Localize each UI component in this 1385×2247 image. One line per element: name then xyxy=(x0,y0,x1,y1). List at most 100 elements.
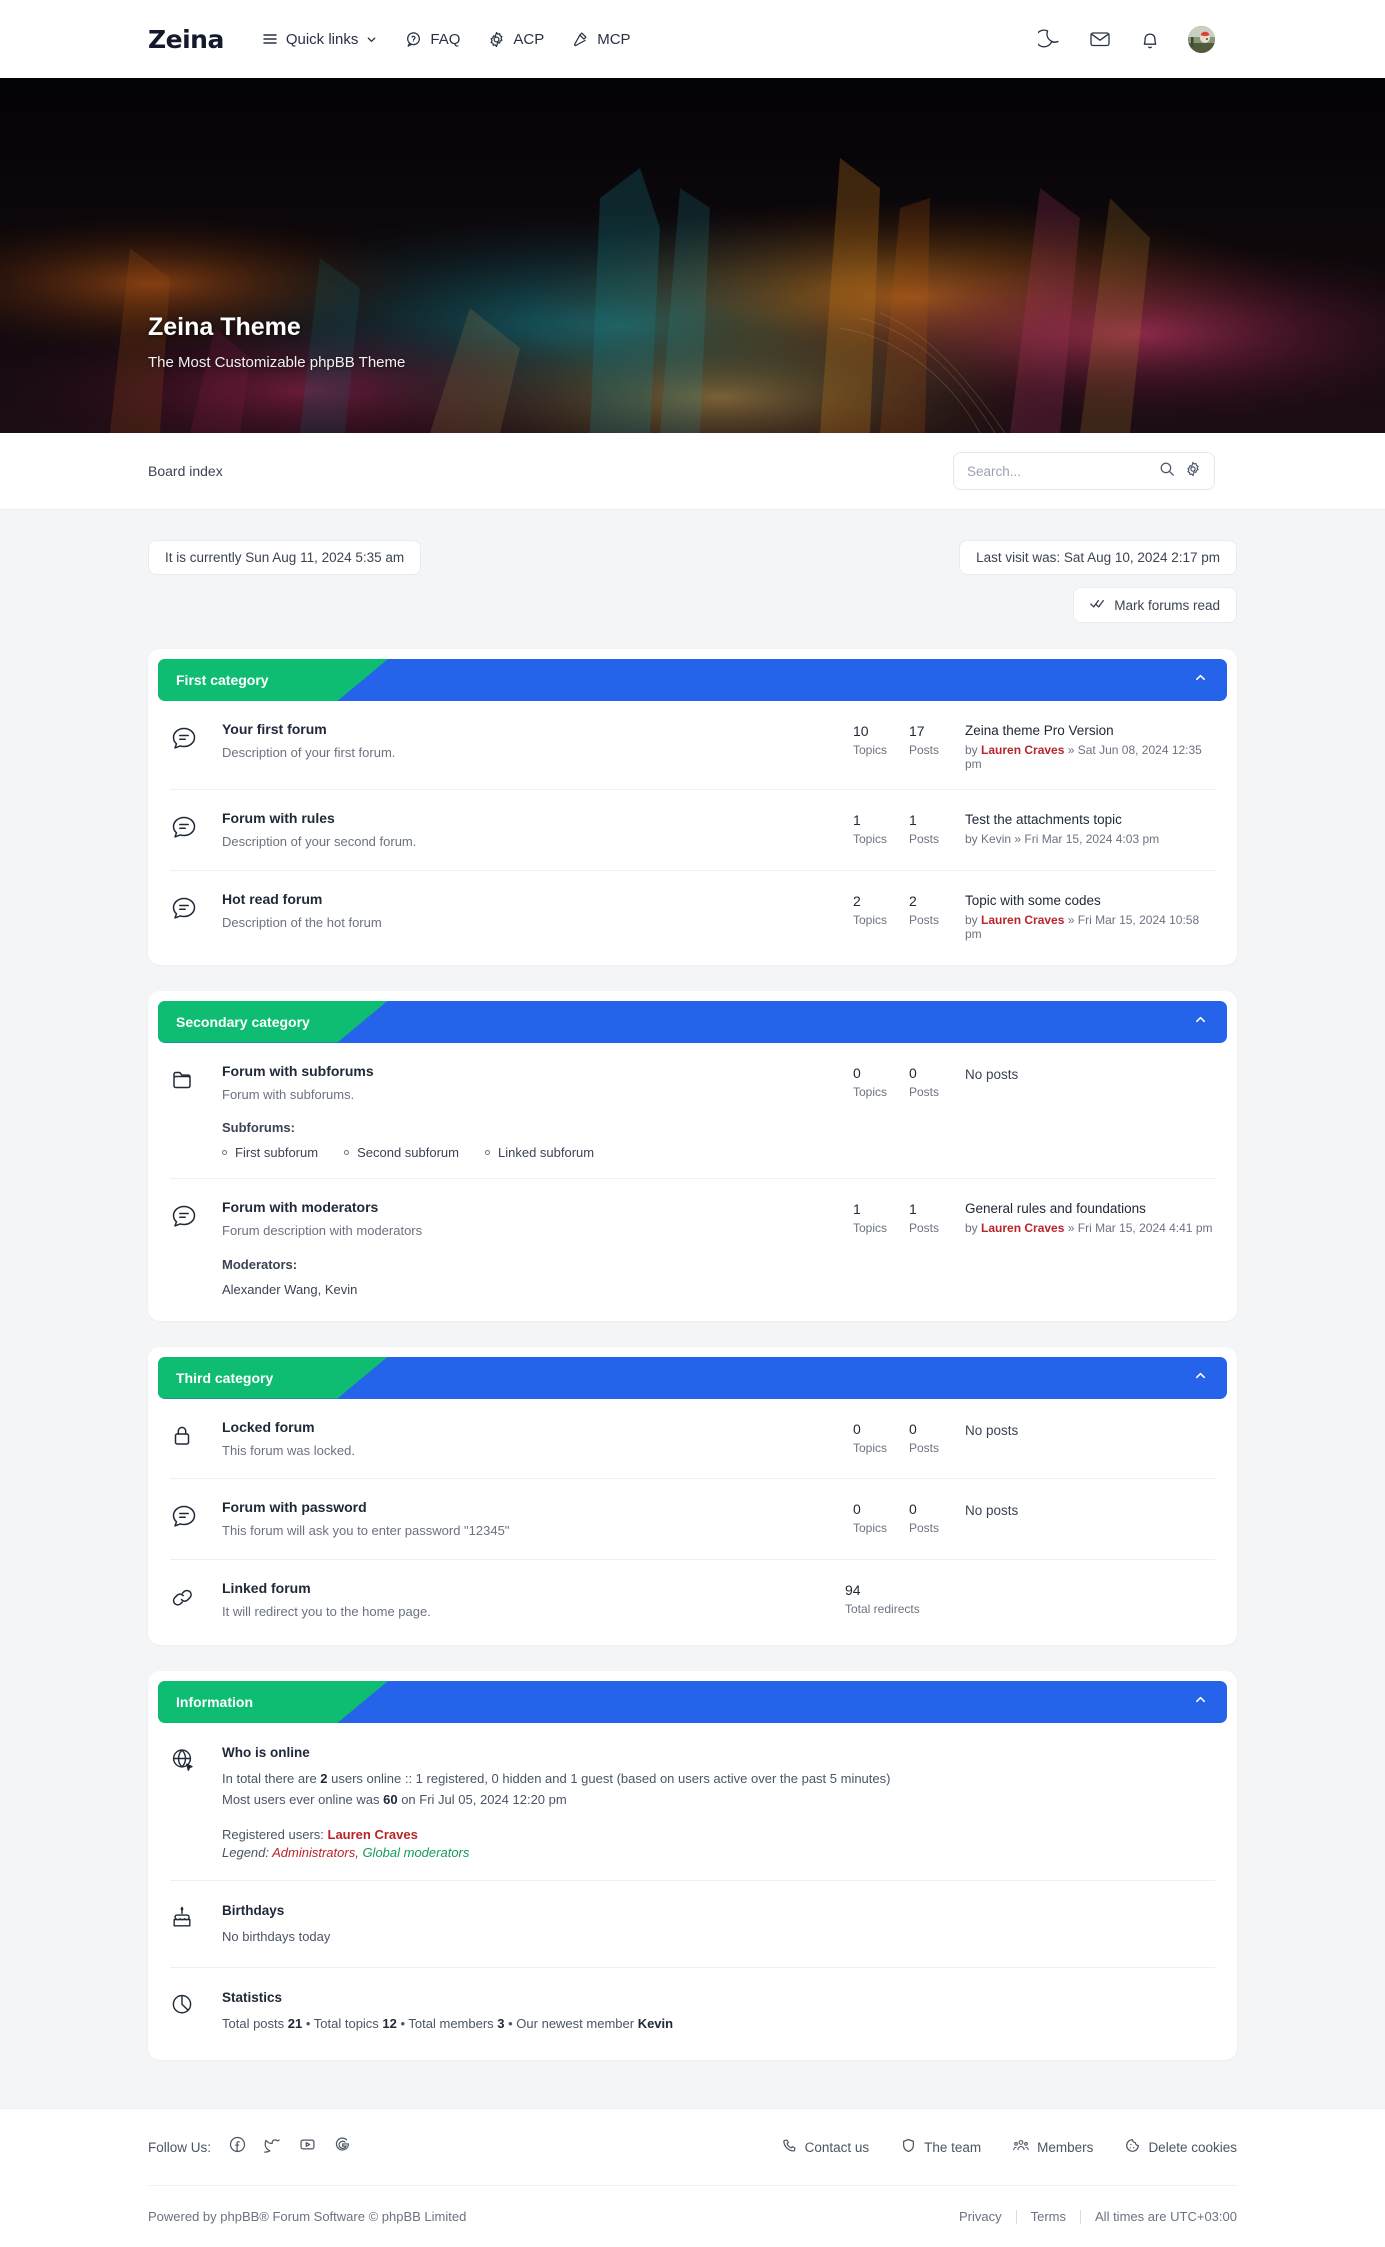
category-header[interactable]: Secondary category xyxy=(158,1000,1227,1043)
footer-link-the-team[interactable]: The team xyxy=(901,2138,981,2156)
bell-icon[interactable] xyxy=(1138,27,1162,51)
topics-label: Topics xyxy=(853,1221,888,1235)
collapse-chevron-icon[interactable] xyxy=(1194,671,1207,689)
envelope-icon[interactable] xyxy=(1088,27,1112,51)
total-posts-value: 21 xyxy=(287,2016,303,2032)
registered-user[interactable]: Lauren Craves xyxy=(328,1827,418,1842)
information-header[interactable]: Information xyxy=(158,1681,1227,1723)
category-title: Secondary category xyxy=(176,1013,310,1030)
forum-description: It will redirect you to the home page. xyxy=(222,1603,431,1619)
collapse-chevron-icon[interactable] xyxy=(1194,1369,1207,1387)
bullet-icon xyxy=(484,1150,490,1155)
last-post-user[interactable]: Kevin xyxy=(981,832,1011,846)
search-icon[interactable] xyxy=(1159,461,1175,482)
subforum-item[interactable]: Second subforum xyxy=(344,1145,459,1160)
forum-row[interactable]: Linked forum It will redirect you to the… xyxy=(170,1560,1215,1640)
forum-description: Forum description with moderators xyxy=(222,1223,423,1238)
mark-forums-read-label: Mark forums read xyxy=(1114,597,1220,613)
hero-banner: Zeina Theme The Most Customizable phpBB … xyxy=(0,78,1385,433)
category-header[interactable]: Third category xyxy=(158,1356,1227,1399)
forum-row[interactable]: Locked forum This forum was locked. 0 To… xyxy=(170,1399,1215,1479)
topics-count: 0 xyxy=(853,1064,861,1081)
forum-row[interactable]: Your first forum Description of your fir… xyxy=(170,701,1215,790)
mark-forums-read-button[interactable]: Mark forums read xyxy=(1073,587,1237,623)
last-post-user[interactable]: Lauren Craves xyxy=(981,1221,1064,1235)
topics-label: Topics xyxy=(853,1084,888,1099)
forum-name[interactable]: Forum with moderators xyxy=(222,1199,837,1215)
google-icon[interactable] xyxy=(334,2136,351,2158)
collapse-chevron-icon[interactable] xyxy=(1194,1013,1207,1031)
topics-label: Topics xyxy=(853,1440,888,1455)
forum-row[interactable]: Forum with subforums Forum with subforum… xyxy=(170,1043,1215,1179)
breadcrumb-board-index[interactable]: Board index xyxy=(148,463,223,479)
forum-description: This forum was locked. xyxy=(222,1442,355,1458)
nav-acp[interactable]: ACP xyxy=(488,31,544,48)
footer-link-delete-cookies[interactable]: Delete cookies xyxy=(1125,2138,1237,2156)
last-post-title[interactable]: Test the attachments topic xyxy=(965,812,1215,827)
search-settings-gear-icon[interactable] xyxy=(1185,461,1201,482)
forum-row[interactable]: Forum with moderators Forum description … xyxy=(170,1179,1215,1315)
footer-link-contact-us[interactable]: Contact us xyxy=(782,2138,869,2156)
legend-label: Legend: xyxy=(222,1845,273,1861)
gavel-icon xyxy=(572,31,589,48)
folder-icon xyxy=(170,1063,222,1100)
breadcrumb-bar: Board index xyxy=(0,433,1385,510)
bullet-icon xyxy=(222,1150,227,1155)
last-post-user[interactable]: Lauren Craves xyxy=(981,913,1064,927)
nav-faq[interactable]: FAQ xyxy=(405,31,460,48)
nav-label: Quick links xyxy=(285,30,359,48)
legend-administrators[interactable]: Administrators xyxy=(272,1845,355,1860)
people-icon xyxy=(1013,2138,1029,2156)
privacy-link[interactable]: Privacy xyxy=(959,2209,1002,2224)
forum-row[interactable]: Forum with rules Description of your sec… xyxy=(170,790,1215,871)
footer: Follow Us: Contact us The team Members D… xyxy=(0,2108,1385,2247)
forum-row[interactable]: Forum with password This forum will ask … xyxy=(170,1479,1215,1560)
last-post-date: » Fri Mar 15, 2024 4:03 pm xyxy=(1014,832,1160,846)
nav-mcp[interactable]: MCP xyxy=(572,31,631,48)
category-header[interactable]: First category xyxy=(158,659,1227,701)
search-input[interactable] xyxy=(967,463,1149,479)
forum-name[interactable]: Linked forum xyxy=(222,1580,829,1596)
subforum-item[interactable]: First subforum xyxy=(222,1145,318,1160)
newest-member-value[interactable]: Kevin xyxy=(638,2016,673,2031)
posts-count: 1 xyxy=(909,812,917,828)
nav-label: FAQ xyxy=(430,30,461,48)
site-logo[interactable]: Zeina xyxy=(148,25,224,54)
statistics-content: Statistics Total posts 21 • Total topics… xyxy=(222,1990,673,2034)
terms-link[interactable]: Terms xyxy=(1031,2209,1066,2224)
footer-top-row: Follow Us: Contact us The team Members D… xyxy=(148,2109,1237,2185)
nav-quick-links[interactable]: Quick links xyxy=(262,31,378,48)
twitter-icon[interactable] xyxy=(264,2136,281,2158)
forum-name[interactable]: Your first forum xyxy=(222,721,837,737)
no-posts-label: No posts xyxy=(965,1066,1019,1082)
legend-global-moderators[interactable]: Global moderators xyxy=(362,1845,469,1860)
moon-icon[interactable] xyxy=(1035,27,1062,51)
speech-bubble-icon xyxy=(170,1199,222,1236)
forum-name[interactable]: Locked forum xyxy=(222,1419,837,1435)
forum-name[interactable]: Forum with password xyxy=(222,1499,837,1515)
avatar[interactable] xyxy=(1188,25,1215,53)
footer-link-members[interactable]: Members xyxy=(1013,2138,1093,2156)
forum-row[interactable]: Hot read forum Description of the hot fo… xyxy=(170,871,1215,959)
nav-icon-group xyxy=(1035,25,1215,53)
facebook-icon[interactable] xyxy=(229,2136,246,2158)
last-post-title[interactable]: Zeina theme Pro Version xyxy=(965,723,1215,738)
posts-stat: 17 Posts xyxy=(909,721,965,757)
collapse-chevron-icon[interactable] xyxy=(1194,1693,1207,1711)
last-post-user[interactable]: Lauren Craves xyxy=(981,743,1064,757)
forum-name[interactable]: Hot read forum xyxy=(222,891,837,907)
subforum-item[interactable]: Linked subforum xyxy=(484,1145,594,1160)
category-card-third: Third category Locked forum This forum w… xyxy=(148,1346,1237,1645)
forum-name[interactable]: Forum with rules xyxy=(222,810,837,826)
youtube-icon[interactable] xyxy=(299,2136,316,2158)
forum-name[interactable]: Forum with subforums xyxy=(222,1063,837,1079)
forum-description: Description of your second forum. xyxy=(222,834,417,849)
last-post-title[interactable]: General rules and foundations xyxy=(965,1201,1215,1216)
subforum-label: First subforum xyxy=(235,1145,319,1160)
moderators-list[interactable]: Alexander Wang, Kevin xyxy=(222,1282,837,1297)
last-post: No posts xyxy=(965,1419,1215,1438)
main-content: It is currently Sun Aug 11, 2024 5:35 am… xyxy=(0,510,1385,2061)
last-post-title[interactable]: Topic with some codes xyxy=(965,893,1215,908)
topics-stat: 10 Topics xyxy=(853,721,909,757)
posts-label: Posts xyxy=(909,1440,940,1455)
